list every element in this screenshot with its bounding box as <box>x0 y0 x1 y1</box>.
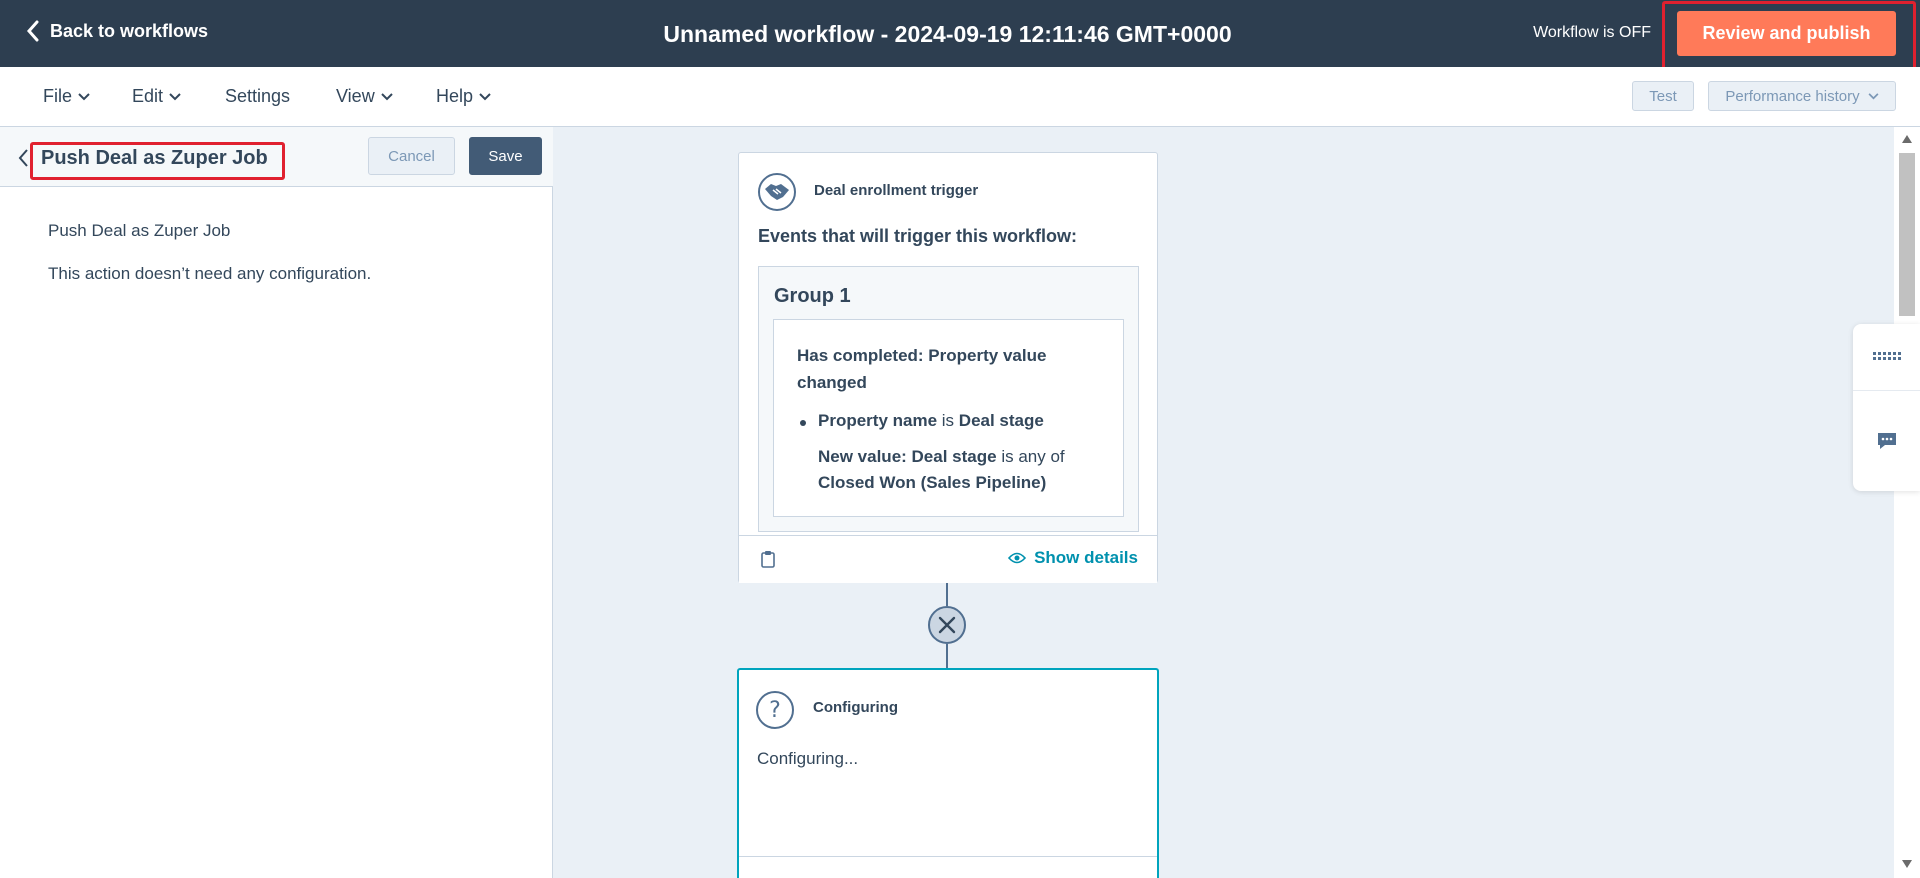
grid-icon <box>1872 352 1901 360</box>
panel-header: Push Deal as Zuper Job Cancel Save <box>0 127 553 187</box>
scroll-thumb[interactable] <box>1899 153 1915 316</box>
action-config-panel: Push Deal as Zuper Job Cancel Save Push … <box>0 127 553 878</box>
chevron-down-icon <box>169 92 181 100</box>
property-condition: Property name is Deal stage <box>818 408 1044 434</box>
configuring-body: Configuring... <box>757 749 859 768</box>
chevron-down-icon <box>78 92 90 100</box>
configuring-heading: Configuring <box>813 699 898 716</box>
new-value-label: New value: Deal stage <box>818 447 997 466</box>
new-value-value: Closed Won (Sales Pipeline) <box>818 473 1047 492</box>
menu-bar: File Edit Settings View Help Test Perfor… <box>0 67 1920 127</box>
new-value-condition: New value: Deal stage is any of Closed W… <box>818 444 1108 496</box>
trigger-group: Group 1 Has completed: Property value ch… <box>758 266 1139 532</box>
clipboard-icon[interactable] <box>761 550 775 568</box>
config-card-divider <box>739 856 1157 857</box>
panel-title: Push Deal as Zuper Job <box>41 147 268 169</box>
events-label: Events that will trigger this workflow: <box>758 226 1078 246</box>
close-icon <box>938 616 956 634</box>
new-value-operator: is any of <box>1001 447 1065 466</box>
action-name-text: Push Deal as Zuper Job <box>48 221 231 240</box>
eye-icon <box>1008 552 1027 564</box>
chevron-down-icon <box>380 92 393 100</box>
trigger-heading: Deal enrollment trigger <box>814 182 979 199</box>
menu-edit[interactable]: Edit <box>132 86 181 107</box>
menu-help[interactable]: Help <box>436 86 491 107</box>
top-header: Back to workflows Unnamed workflow - 202… <box>0 0 1920 73</box>
performance-history-label: Performance history <box>1725 87 1860 105</box>
chat-icon <box>1877 433 1896 449</box>
chevron-down-icon <box>1868 92 1879 99</box>
chat-button[interactable] <box>1853 391 1920 491</box>
trigger-card-footer: Show details <box>739 535 1157 583</box>
cancel-button[interactable]: Cancel <box>368 137 455 175</box>
trigger-condition: Has completed: Property value changed Pr… <box>773 319 1124 517</box>
apps-grid-button[interactable] <box>1853 324 1920 390</box>
connector-line <box>946 644 948 668</box>
side-help-widget <box>1853 324 1920 491</box>
scroll-up-icon[interactable] <box>1902 135 1912 143</box>
canvas-scrollbar[interactable] <box>1894 127 1920 878</box>
scroll-down-icon[interactable] <box>1902 860 1912 868</box>
chevron-left-icon[interactable] <box>17 148 29 168</box>
remove-action-button[interactable] <box>928 606 966 644</box>
connector-line <box>946 583 948 606</box>
menu-file-label: File <box>43 86 73 106</box>
question-icon: ? <box>756 691 794 729</box>
group-title: Group 1 <box>774 285 851 307</box>
menu-edit-label: Edit <box>132 86 164 106</box>
performance-history-button[interactable]: Performance history <box>1708 81 1896 111</box>
menu-settings-label: Settings <box>225 86 291 106</box>
menu-help-label: Help <box>436 86 474 106</box>
property-value: Deal stage <box>958 411 1044 430</box>
condition-title: Has completed: Property value changed <box>797 346 1047 392</box>
show-details-label: Show details <box>1034 548 1138 567</box>
enrollment-trigger-card[interactable]: Deal enrollment trigger Events that will… <box>738 152 1158 583</box>
test-button[interactable]: Test <box>1632 81 1694 111</box>
configuring-action-card[interactable]: ? Configuring Configuring... <box>737 668 1159 878</box>
menu-file[interactable]: File <box>43 86 90 107</box>
bullet-icon <box>800 420 806 426</box>
handshake-icon <box>758 173 796 211</box>
menu-settings[interactable]: Settings <box>225 86 290 107</box>
show-details-link[interactable]: Show details <box>1008 548 1138 568</box>
menu-view-label: View <box>336 86 375 106</box>
chevron-down-icon <box>479 92 491 100</box>
property-operator: is <box>941 411 955 430</box>
menu-view[interactable]: View <box>336 86 393 107</box>
property-name-label: Property name <box>818 411 938 430</box>
workflow-status: Workflow is OFF <box>1533 24 1651 41</box>
save-button[interactable]: Save <box>469 137 542 175</box>
config-note-text: This action doesn’t need any configurati… <box>48 264 372 283</box>
review-and-publish-button[interactable]: Review and publish <box>1677 11 1896 56</box>
workflow-canvas[interactable]: Deal enrollment trigger Events that will… <box>553 127 1920 878</box>
